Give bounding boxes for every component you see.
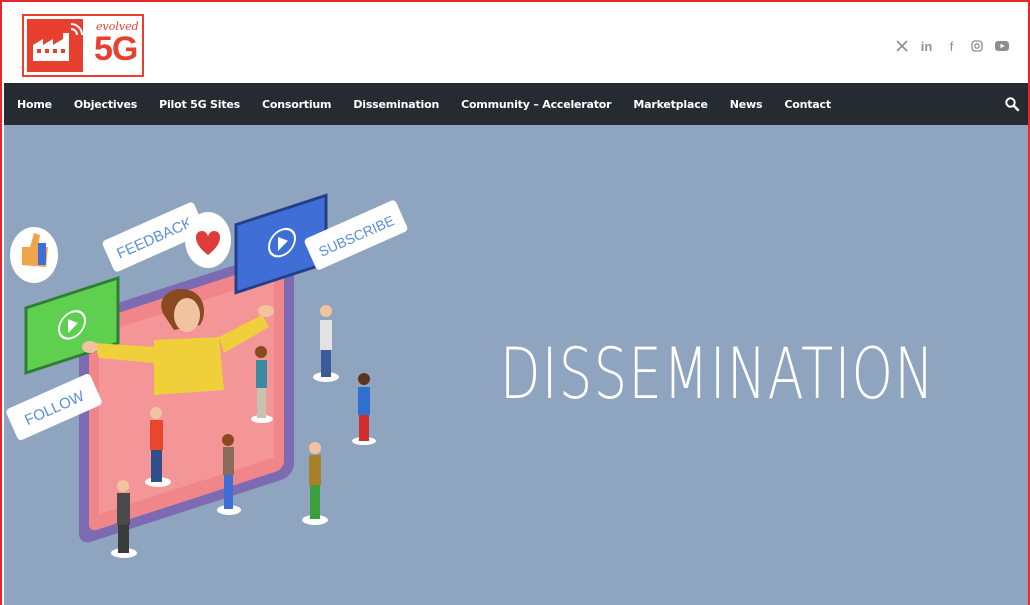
nav-item-consortium[interactable]: Consortium	[262, 98, 332, 111]
youtube-icon[interactable]	[989, 38, 1014, 54]
nav-item-contact[interactable]: Contact	[784, 98, 831, 111]
nav-item-community-accelerator[interactable]: Community – Accelerator	[461, 98, 612, 111]
linkedin-icon[interactable]: in	[914, 38, 939, 54]
x-icon[interactable]	[889, 38, 914, 54]
social-links: in f	[889, 38, 1014, 54]
thumbs-up-icon	[10, 227, 58, 283]
factory-icon	[27, 19, 83, 72]
social-media-illustration: FEEDBACK SUBSCRIBE FOLLOW	[6, 193, 408, 558]
site-header: evolved 5G in f	[4, 4, 1028, 83]
nav-menu: Home Objectives Pilot 5G Sites Consortiu…	[17, 83, 853, 125]
nav-item-pilot-5g-sites[interactable]: Pilot 5G Sites	[159, 98, 240, 111]
nav-item-marketplace[interactable]: Marketplace	[633, 98, 708, 111]
page-frame: evolved 5G in f Home Objectives Pilot 5G…	[0, 0, 1030, 605]
facebook-icon[interactable]: f	[939, 38, 964, 54]
main-navigation: Home Objectives Pilot 5G Sites Consortiu…	[4, 83, 1028, 125]
nav-item-home[interactable]: Home	[17, 98, 52, 111]
nav-item-dissemination[interactable]: Dissemination	[353, 98, 439, 111]
hero-banner: FEEDBACK SUBSCRIBE FOLLOW DISSEMINATION	[4, 125, 1028, 605]
search-icon[interactable]	[1004, 96, 1020, 112]
heart-icon	[185, 212, 231, 268]
nav-item-news[interactable]: News	[730, 98, 763, 111]
hero-title: DISSEMINATION	[500, 333, 936, 415]
nav-item-objectives[interactable]: Objectives	[74, 98, 137, 111]
instagram-icon[interactable]	[964, 38, 989, 54]
logo-wordmark: 5G	[94, 30, 138, 68]
site-logo[interactable]: evolved 5G	[22, 14, 144, 77]
